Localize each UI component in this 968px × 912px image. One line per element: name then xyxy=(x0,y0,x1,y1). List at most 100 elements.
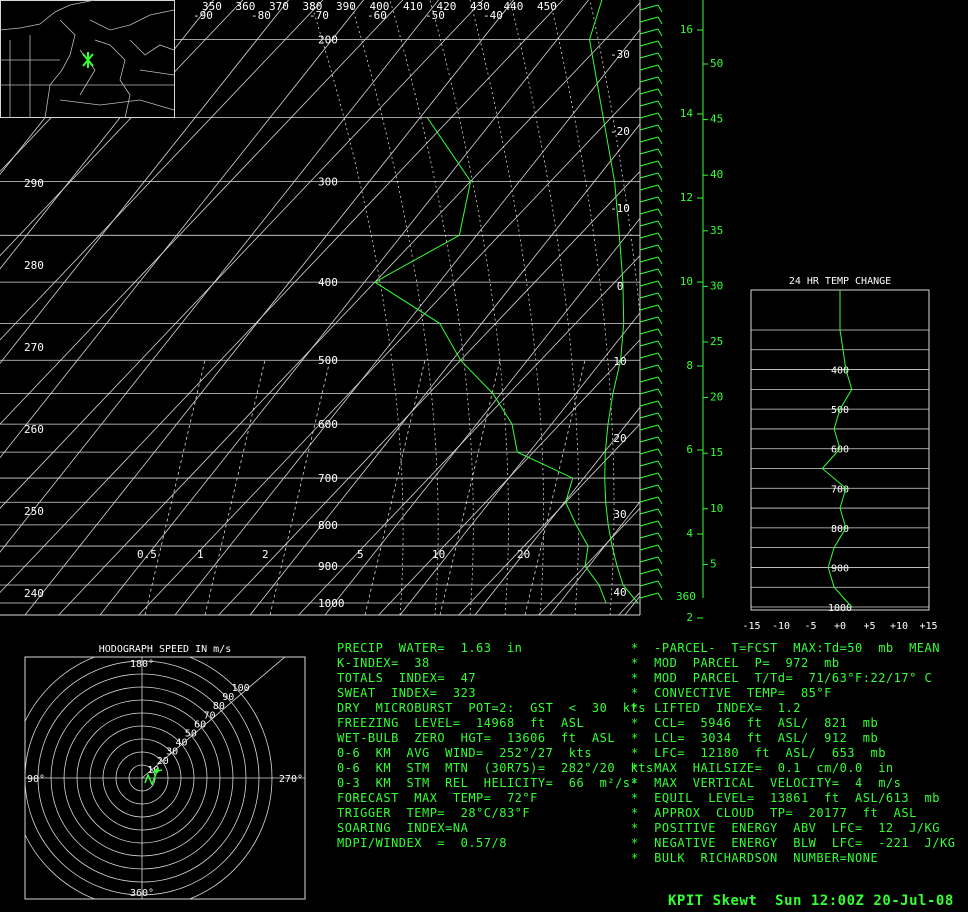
mixing-ratio-label: 10 xyxy=(432,548,445,561)
wind-barb xyxy=(639,40,659,47)
index-line: * APPROX CLOUD TP= 20177 ft ASL xyxy=(631,806,917,820)
wind-barb xyxy=(639,88,659,95)
wind-barb xyxy=(639,16,659,23)
wind-barb-flag xyxy=(657,304,663,313)
wind-barb xyxy=(639,220,659,227)
index-line: FREEZING LEVEL= 14968 ft ASL xyxy=(337,716,585,730)
index-line: WET-BULB ZERO HGT= 13606 ft ASL xyxy=(337,731,616,745)
index-line: DRY MICROBURST POT=2: GST < 30 kts xyxy=(337,701,646,715)
hodograph-bottom-label: 360° xyxy=(130,888,154,899)
wind-barb-flag xyxy=(657,88,663,97)
wind-barb-flag xyxy=(657,580,663,589)
wind-barb xyxy=(639,64,659,71)
stability-indices-right: * -PARCEL- T=FCST MAX:Td=50 mb MEAN * MOD… xyxy=(631,641,955,866)
wind-barb-flag xyxy=(657,352,663,361)
isotherm-label: -10 xyxy=(610,202,630,215)
kft-label: 20 xyxy=(710,391,723,404)
theta-label: 450 xyxy=(537,0,557,13)
wind-barb-flag xyxy=(657,244,663,253)
wind-barb-flag xyxy=(657,508,663,517)
wind-barb-flag xyxy=(657,64,663,73)
wind-barb-flag xyxy=(657,136,663,145)
wind-barb xyxy=(639,508,659,515)
wind-barb xyxy=(639,376,659,383)
wind-barb xyxy=(639,460,659,467)
mixing-ratio-line xyxy=(364,359,426,615)
wind-barb xyxy=(639,112,659,119)
temp-change-title: 24 HR TEMP CHANGE xyxy=(789,276,891,287)
wind-barb xyxy=(639,292,659,299)
index-line: * CONVECTIVE TEMP= 85°F xyxy=(631,686,832,700)
mixing-ratio-label: 20 xyxy=(517,548,530,561)
index-line: * BULK RICHARDSON NUMBER=NONE xyxy=(631,851,879,865)
moist-adiabat xyxy=(429,0,509,615)
index-line: TOTALS INDEX= 47 xyxy=(337,671,477,685)
wind-barb-flag xyxy=(657,316,663,325)
isotherm-label: 40 xyxy=(613,586,626,599)
wind-barb xyxy=(639,316,659,323)
pressure-label: 300 xyxy=(318,175,338,188)
kft-label: 35 xyxy=(710,224,723,237)
wind-barb-flag xyxy=(657,364,663,373)
wind-barb xyxy=(639,124,659,131)
wind-barb-flag xyxy=(657,484,663,493)
theta-label: 250 xyxy=(24,505,44,518)
isotherm-label: -50 xyxy=(425,9,445,22)
isotherm-label: 10 xyxy=(613,355,626,368)
wind-barb-flag xyxy=(657,496,663,505)
temp-change-tick: -15 xyxy=(742,621,760,632)
wind-barb xyxy=(639,328,659,335)
wind-barb xyxy=(639,388,659,395)
wind-barb-flag xyxy=(657,568,663,577)
index-line: * MOD PARCEL T/Td= 71/63°F:22/17° C xyxy=(631,671,933,685)
kft-label: 25 xyxy=(710,335,723,348)
hodograph-top-label: 180° xyxy=(130,659,154,670)
wind-barb-flag xyxy=(657,436,663,445)
isotherm-label: 30 xyxy=(613,508,626,521)
wind-barb-flag xyxy=(657,196,663,205)
wind-barb xyxy=(639,208,659,215)
wind-barb xyxy=(639,172,659,179)
temp-change-tick: -10 xyxy=(772,621,790,632)
index-line: 0-6 KM AVG WIND= 252°/27 kts xyxy=(337,746,592,760)
wind-barb xyxy=(639,340,659,347)
wind-barb-flag xyxy=(657,532,663,541)
index-line: MDPI/WINDEX = 0.57/8 xyxy=(337,836,507,850)
hodograph-left-label: 90° xyxy=(27,774,45,785)
pressure-label: 500 xyxy=(318,354,338,367)
theta-label: 370 xyxy=(269,0,289,13)
pressure-label: 400 xyxy=(318,276,338,289)
wind-barb xyxy=(639,148,659,155)
temp-change-tick: -5 xyxy=(804,621,816,632)
wind-barb-flag xyxy=(657,124,663,133)
hodograph-ring-label: 100 xyxy=(232,683,250,694)
wind-barb xyxy=(639,412,659,419)
temp-change-tick: +0 xyxy=(834,621,846,632)
index-line: * POSITIVE ENERGY ABV LFC= 12 J/KG xyxy=(631,821,940,835)
wind-barb xyxy=(639,280,659,287)
isotherm xyxy=(138,86,640,615)
wind-barb xyxy=(639,184,659,191)
moist-adiabat xyxy=(509,0,580,615)
wind-barb-flag xyxy=(657,412,663,421)
index-line: * MAX HAILSIZE= 0.1 cm/0.0 in xyxy=(631,761,894,775)
wind-barb xyxy=(639,244,659,251)
wind-barb xyxy=(639,100,659,107)
kft-label: 30 xyxy=(710,279,723,292)
wind-barb-flag xyxy=(657,76,663,85)
wind-barb xyxy=(639,544,659,551)
wind-barb-flag xyxy=(657,520,663,529)
kft-label: 40 xyxy=(710,168,723,181)
theta-label: 410 xyxy=(403,0,423,13)
index-line: 0-6 KM STM MTN (30R75)= 282°/20 kts xyxy=(337,761,654,775)
wind-barb-flag xyxy=(657,328,663,337)
wind-barb-flag xyxy=(657,184,663,193)
wind-barb-flag xyxy=(657,100,663,109)
wind-barb xyxy=(639,196,659,203)
temp-change-pressure-label: 1000 xyxy=(828,603,852,614)
wind-barb-flag xyxy=(657,112,663,121)
index-line: * LIFTED INDEX= 1.2 xyxy=(631,701,801,715)
theta-label: 240 xyxy=(24,587,44,600)
wind-barb xyxy=(639,400,659,407)
isotherm-label: -20 xyxy=(610,125,630,138)
